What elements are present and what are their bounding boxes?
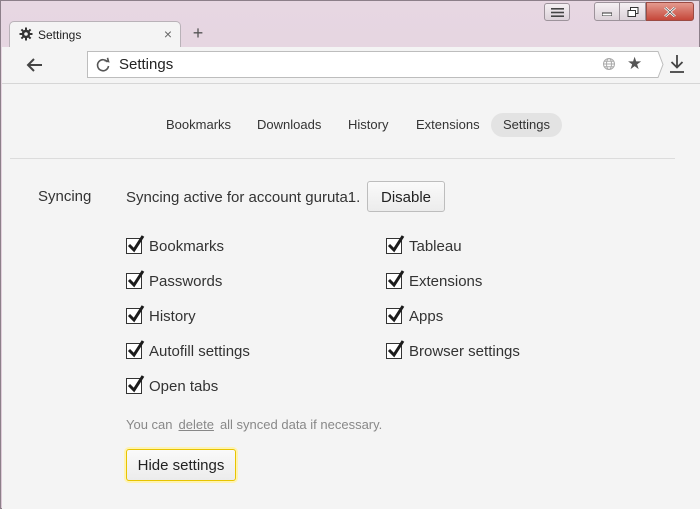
nav-extensions[interactable]: Extensions [404,113,492,137]
browser-window: Settings × + Settings ★ Bookmarks Downlo… [0,0,700,509]
delete-link[interactable]: delete [179,417,214,432]
new-tab-button[interactable]: + [189,23,207,44]
restore-icon [627,6,638,17]
back-arrow-icon [26,58,42,72]
address-text: Settings [119,56,174,73]
option-label: Bookmarks [149,238,225,255]
checkbox[interactable] [386,270,405,289]
checkbox[interactable] [386,340,405,359]
note-text-after: all synced data if necessary. [219,417,383,432]
close-window-button[interactable] [646,2,694,21]
checkmark-icon [127,340,145,358]
option-label: Open tabs [149,378,219,395]
option-label: History [149,308,196,325]
tab-close-icon[interactable]: × [164,26,172,42]
checkmark-icon [387,305,405,323]
option-label: Browser settings [409,343,520,360]
minimize-button[interactable] [594,2,620,21]
option-label: Extensions [409,273,483,290]
disable-sync-button[interactable]: Disable [367,181,445,212]
reload-icon[interactable] [95,57,111,78]
hide-settings-button[interactable]: Hide settings [126,449,236,481]
checkmark-icon [127,270,145,288]
checkbox[interactable] [126,235,145,254]
checkmark-icon [387,270,405,288]
menu-icon [551,8,564,17]
checkmark-icon [127,375,145,393]
tab-settings[interactable]: Settings × [9,21,181,48]
menu-button[interactable] [544,3,570,21]
option-label: Apps [409,308,444,325]
option-label: Passwords [149,273,223,290]
back-button[interactable] [24,55,46,75]
option-label: Autofill settings [149,343,250,360]
checkbox[interactable] [126,340,145,359]
tab-title: Settings [38,28,82,42]
page-nav: Bookmarks Downloads History Extensions Setti… [2,113,700,139]
downloads-button[interactable] [668,54,686,79]
checkbox[interactable] [386,235,405,254]
sync-status-text: Syncing active for account guruta1. [126,189,361,206]
note-text-before: You can [126,417,173,432]
bookmark-star-icon[interactable]: ★ [627,54,642,74]
toolbar: Settings ★ [2,47,700,84]
checkbox[interactable] [126,270,145,289]
nav-history[interactable]: History [336,113,400,137]
checkmark-icon [127,305,145,323]
address-bar[interactable]: Settings ★ [87,51,658,78]
checkbox[interactable] [126,375,145,394]
checkmark-icon [387,340,405,358]
syncing-label: Syncing [38,188,92,205]
nav-bookmarks[interactable]: Bookmarks [154,113,243,137]
divider [10,158,675,159]
option-label: Tableau [409,238,462,255]
download-icon [670,55,684,73]
checkmark-icon [387,235,405,253]
checkmark-icon [127,235,145,253]
minimize-icon [602,12,612,16]
checkbox[interactable] [386,305,405,324]
checkbox[interactable] [126,305,145,324]
restore-button[interactable] [619,2,646,21]
address-bar-edge [650,51,664,78]
settings-page: Bookmarks Downloads History Extensions Setti… [2,84,700,509]
nav-settings[interactable]: Settings [491,113,562,137]
globe-icon[interactable] [602,57,616,76]
delete-note: You can delete all synced data if necessar… [126,417,382,432]
close-icon [664,6,676,17]
gear-icon [19,27,33,41]
nav-downloads[interactable]: Downloads [245,113,333,137]
